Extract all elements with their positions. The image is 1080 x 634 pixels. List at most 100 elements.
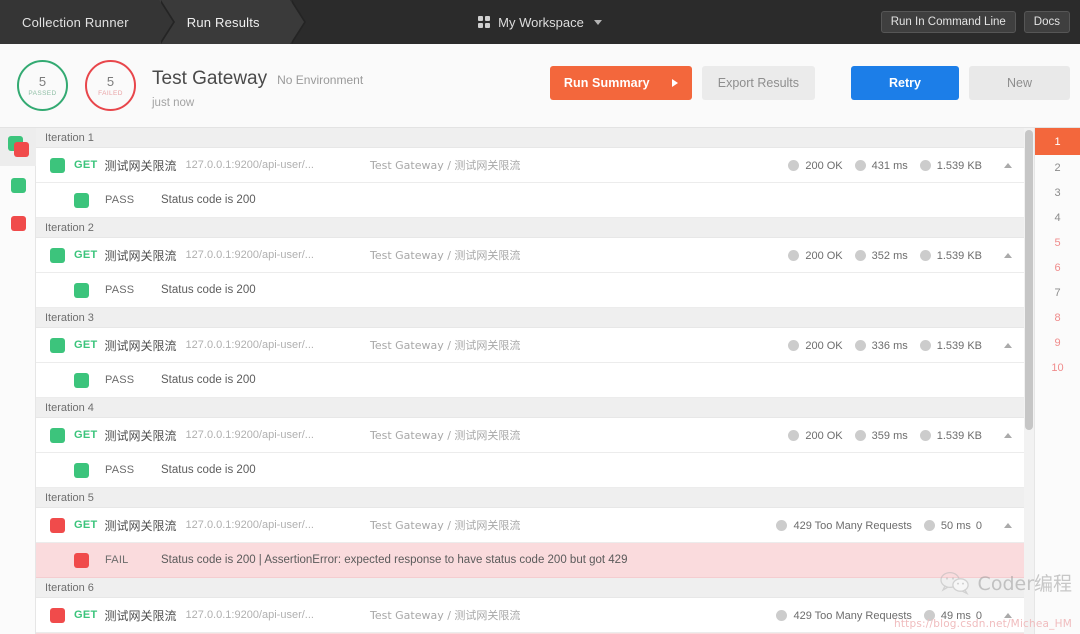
size-dot-icon xyxy=(919,430,931,441)
arrow-right-icon xyxy=(671,79,678,87)
response-size: 1.539 KB xyxy=(936,159,982,172)
response-time: 49 ms xyxy=(940,609,971,622)
chevron-up-icon[interactable] xyxy=(1004,523,1012,528)
iteration-nav-9[interactable]: 9 xyxy=(1035,330,1080,355)
docs-button[interactable]: Docs xyxy=(1023,11,1070,33)
request-row[interactable]: GET 测试网关限流 127.0.0.1:9200/api-user/... T… xyxy=(36,328,1034,363)
time-dot-icon xyxy=(923,520,935,531)
filter-all-button[interactable] xyxy=(0,128,36,166)
request-url: 127.0.0.1:9200/api-user/... xyxy=(185,609,314,621)
run-summary-button[interactable]: Run Summary xyxy=(549,66,692,100)
test-row: PASS Status code is 200 xyxy=(36,363,1034,398)
response-status: 429 Too Many Requests xyxy=(793,609,912,622)
response-time: 50 ms xyxy=(940,519,971,532)
iteration-nav-7[interactable]: 7 xyxy=(1035,280,1080,305)
page-title: Test Gateway xyxy=(152,68,268,89)
workspace-selector[interactable]: My Workspace xyxy=(478,15,602,30)
request-method: GET xyxy=(74,159,98,171)
size-dot-icon xyxy=(919,340,931,351)
chevron-up-icon[interactable] xyxy=(1004,343,1012,348)
test-assertion: Status code is 200 xyxy=(161,374,256,386)
iteration-nav-6[interactable]: 6 xyxy=(1035,255,1080,280)
run-title-block: Test Gateway No Environment just now xyxy=(152,68,363,109)
response-size: 0 xyxy=(975,519,982,532)
run-in-command-line-button[interactable]: Run In Command Line xyxy=(880,11,1016,33)
iteration-nav-8[interactable]: 8 xyxy=(1035,305,1080,330)
export-results-button[interactable]: Export Results xyxy=(701,66,816,100)
results-list[interactable]: Iteration 1 GET 测试网关限流 127.0.0.1:9200/ap… xyxy=(36,128,1034,634)
iteration-rail: 1 2 3 4 5 6 7 8 9 10 xyxy=(1034,128,1080,634)
response-status: 200 OK xyxy=(805,249,843,262)
results-scrollbar[interactable] xyxy=(1024,128,1034,634)
red-square-icon xyxy=(10,215,26,231)
scrollbar-thumb[interactable] xyxy=(1025,130,1033,430)
request-path: Test Gateway / 测试网关限流 xyxy=(369,159,521,172)
iteration-nav-1[interactable]: 1 xyxy=(1035,128,1080,155)
request-row[interactable]: GET 测试网关限流 127.0.0.1:9200/api-user/... T… xyxy=(36,148,1034,183)
new-button[interactable]: New xyxy=(968,66,1070,100)
test-status-square-icon xyxy=(74,282,89,298)
test-status-square-icon xyxy=(74,552,89,568)
test-status-square-icon xyxy=(74,462,89,478)
request-path: Test Gateway / 测试网关限流 xyxy=(369,429,521,442)
iteration-header: Iteration 1 xyxy=(36,128,1034,148)
test-row: FAIL Status code is 200 | AssertionError… xyxy=(36,543,1034,578)
status-dot-icon xyxy=(788,340,800,351)
iteration-nav-2[interactable]: 2 xyxy=(1035,155,1080,180)
run-summary-header: 5 PASSED 5 FAILED Test Gateway No Enviro… xyxy=(0,44,1080,128)
iteration-nav-5[interactable]: 5 xyxy=(1035,230,1080,255)
workspace-label: My Workspace xyxy=(498,14,584,30)
response-size: 1.539 KB xyxy=(936,249,982,262)
iteration-nav-10[interactable]: 10 xyxy=(1035,355,1080,380)
chevron-up-icon[interactable] xyxy=(1004,433,1012,438)
size-dot-icon xyxy=(919,250,931,261)
response-size: 1.539 KB xyxy=(936,429,982,442)
request-metrics: 200 OK 431 ms 1.539 KB xyxy=(788,148,994,183)
environment-label: No Environment xyxy=(277,73,364,87)
response-size: 0 xyxy=(975,609,982,622)
iteration-nav-3[interactable]: 3 xyxy=(1035,180,1080,205)
test-assertion: Status code is 200 xyxy=(161,464,256,476)
test-assertion: Status code is 200 | AssertionError: exp… xyxy=(161,554,628,566)
tab-run-results[interactable]: Run Results xyxy=(158,0,306,44)
retry-button[interactable]: Retry xyxy=(851,66,959,100)
failed-count: 5 xyxy=(106,73,115,89)
test-row: PASS Status code is 200 xyxy=(36,453,1034,488)
test-verdict: PASS xyxy=(105,194,135,206)
request-path: Test Gateway / 测试网关限流 xyxy=(369,249,521,262)
test-status-square-icon xyxy=(74,372,89,388)
status-square-icon xyxy=(50,427,65,443)
request-row[interactable]: GET 测试网关限流 127.0.0.1:9200/api-user/... T… xyxy=(36,418,1034,453)
response-status: 200 OK xyxy=(805,159,843,172)
chevron-up-icon[interactable] xyxy=(1004,613,1012,618)
request-method: GET xyxy=(74,519,98,531)
response-time: 352 ms xyxy=(871,249,908,262)
response-status: 200 OK xyxy=(805,339,843,352)
iteration-header: Iteration 2 xyxy=(36,218,1034,238)
chevron-up-icon[interactable] xyxy=(1004,253,1012,258)
tab-collection-runner-label: Collection Runner xyxy=(22,14,129,30)
request-row[interactable]: GET 测试网关限流 127.0.0.1:9200/api-user/... T… xyxy=(36,508,1034,543)
chevron-down-icon xyxy=(593,19,602,25)
status-dot-icon xyxy=(788,250,800,261)
test-verdict: PASS xyxy=(105,464,135,476)
request-metrics: 429 Too Many Requests 49 ms 0 xyxy=(776,598,994,633)
request-method: GET xyxy=(74,429,98,441)
run-timestamp: just now xyxy=(152,97,195,109)
test-verdict: FAIL xyxy=(105,554,129,566)
request-metrics: 429 Too Many Requests 50 ms 0 xyxy=(776,508,994,543)
status-dot-icon xyxy=(776,520,788,531)
request-row[interactable]: GET 测试网关限流 127.0.0.1:9200/api-user/... T… xyxy=(36,238,1034,273)
passed-label: PASSED xyxy=(28,89,57,97)
filter-failed-button[interactable] xyxy=(0,204,36,242)
response-time: 336 ms xyxy=(871,339,908,352)
request-name: 测试网关限流 xyxy=(104,608,177,623)
filter-passed-button[interactable] xyxy=(0,166,36,204)
tab-collection-runner[interactable]: Collection Runner xyxy=(0,0,175,44)
chevron-up-icon[interactable] xyxy=(1004,163,1012,168)
time-dot-icon xyxy=(854,250,866,261)
request-row[interactable]: GET 测试网关限流 127.0.0.1:9200/api-user/... T… xyxy=(36,598,1034,633)
iteration-nav-4[interactable]: 4 xyxy=(1035,205,1080,230)
passed-counter: 5 PASSED xyxy=(17,60,68,111)
status-square-icon xyxy=(50,157,65,173)
